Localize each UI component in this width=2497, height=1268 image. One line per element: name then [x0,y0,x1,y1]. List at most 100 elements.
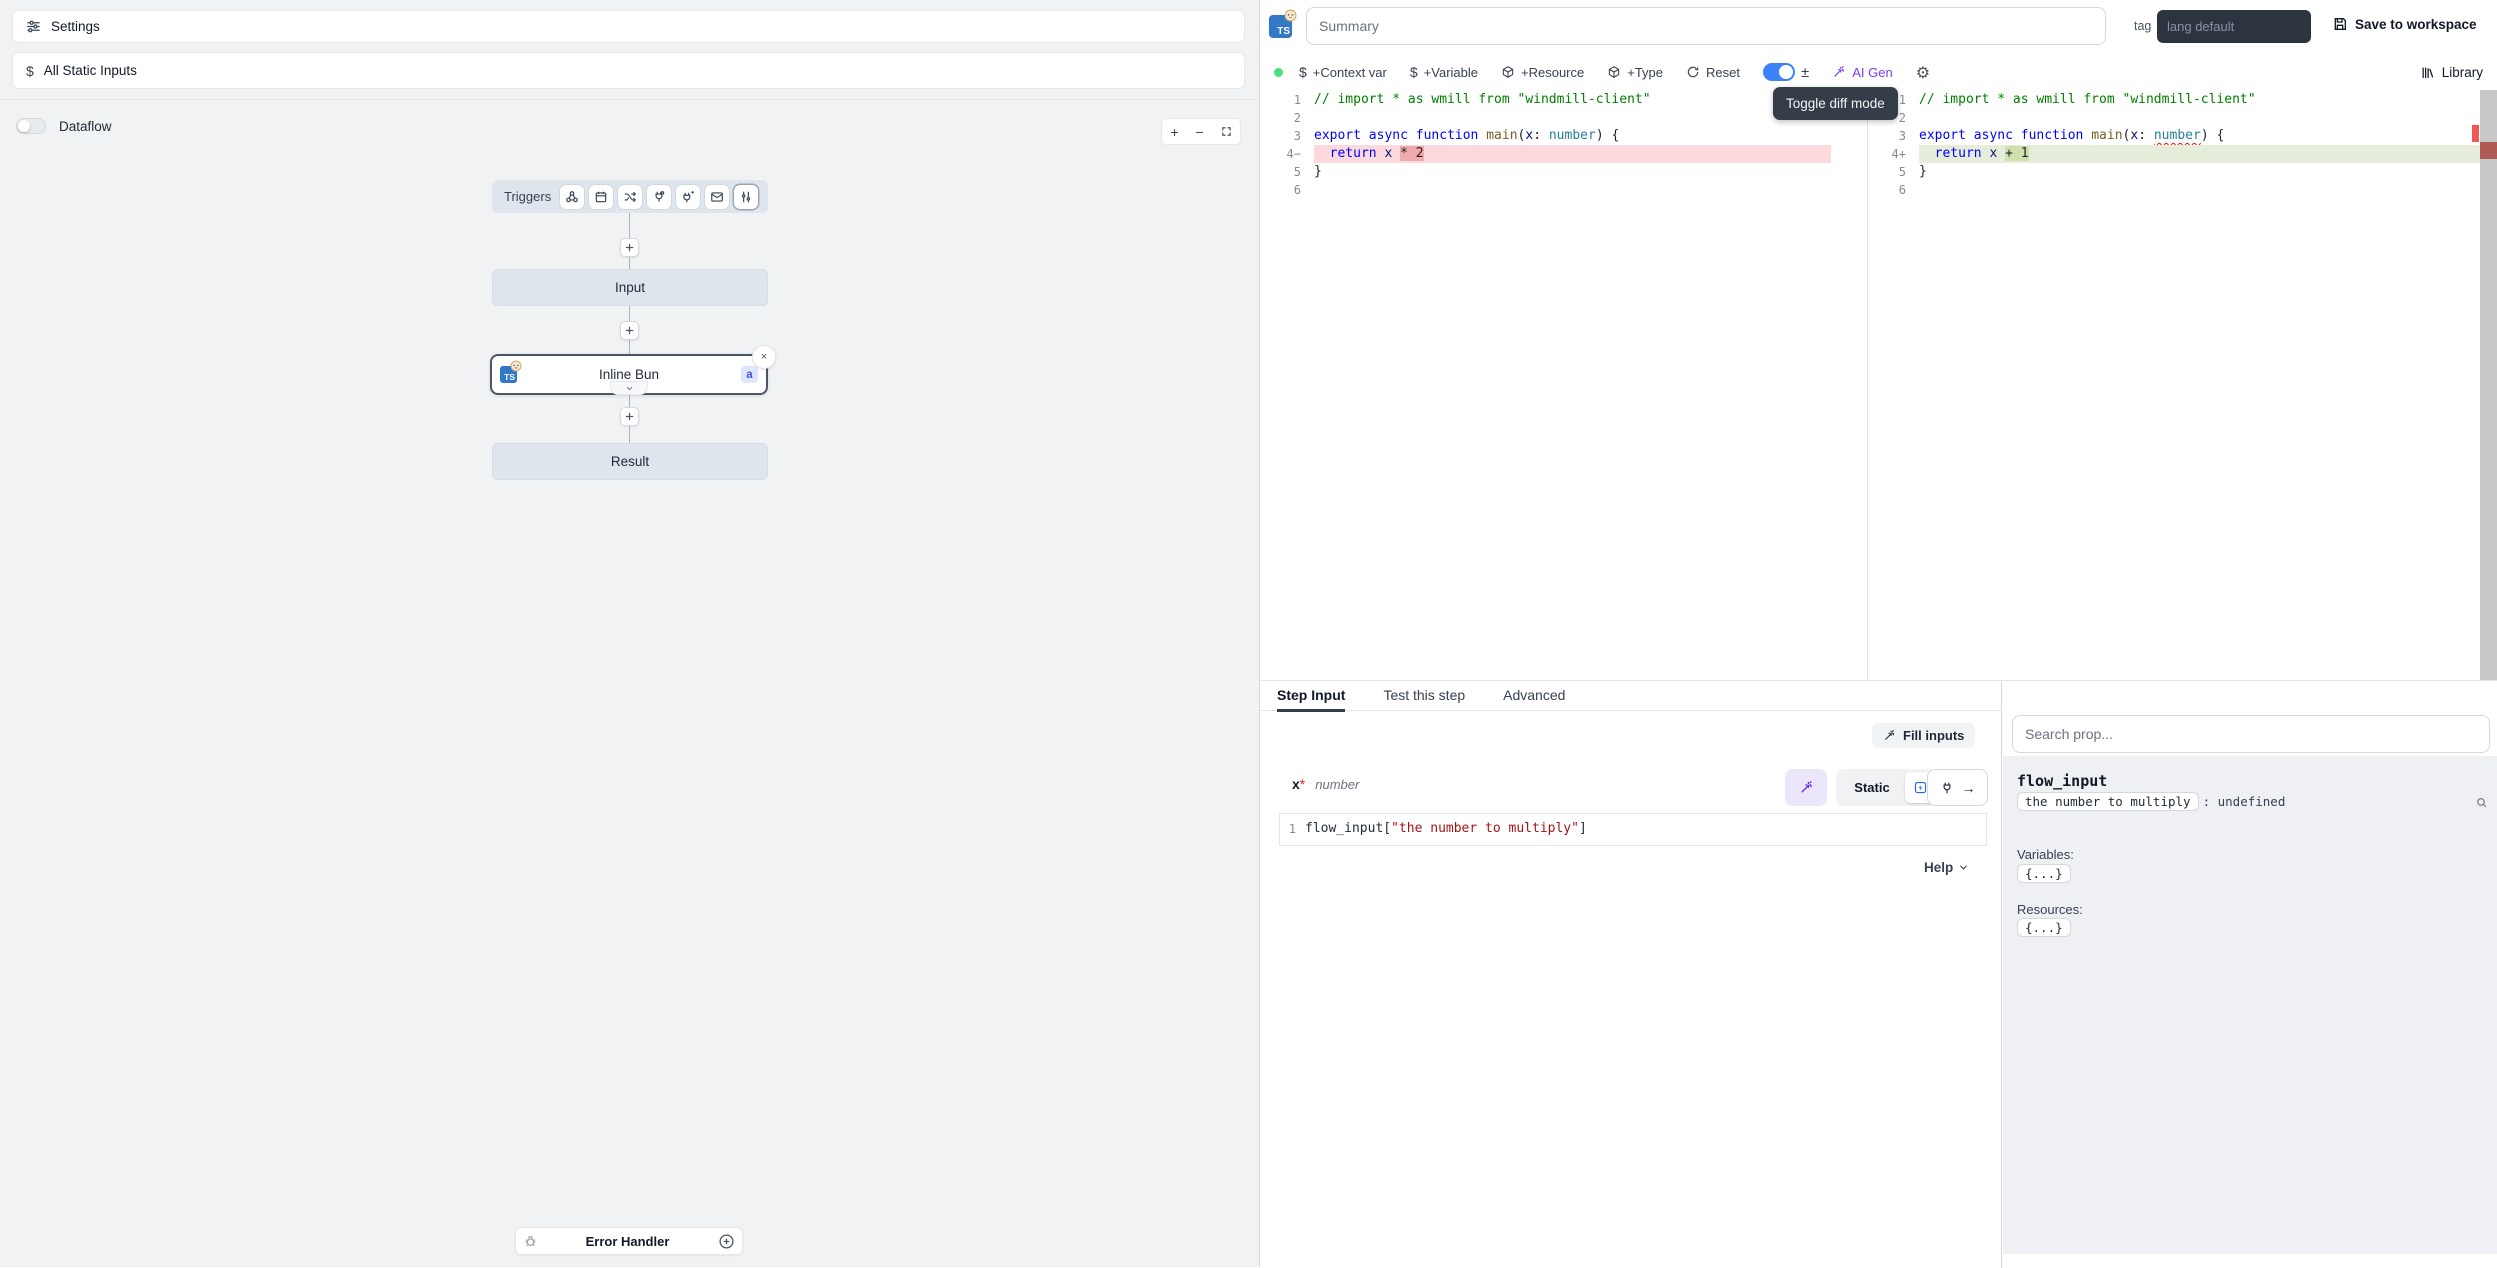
gear-icon[interactable]: ⚙ [1916,63,1930,82]
code-line[interactable]: 1// import * as wmill from "windmill-cli… [1275,91,1831,109]
line-number: 6 [1880,181,1919,199]
static-mode-segment[interactable]: Static [1836,769,1938,806]
plus-icon [624,411,635,422]
dataflow-label: Dataflow [59,119,112,134]
email-trigger-button[interactable] [705,185,729,209]
input-node[interactable]: Input [492,269,768,306]
add-type-label: +Type [1627,65,1663,80]
input-node-label: Input [615,280,645,295]
code-line[interactable]: 3export async function main(x: number) { [1275,127,1831,145]
fit-view-button[interactable] [1221,126,1232,137]
insert-step-button[interactable] [620,321,639,340]
tab-test-this-step[interactable]: Test this step [1383,681,1465,710]
database-trigger-button[interactable] [676,185,700,209]
plus-minus-icon[interactable]: ± [1801,64,1809,81]
insert-step-button[interactable] [620,238,639,257]
overview-ruler[interactable] [2480,90,2497,680]
result-node[interactable]: Result [492,443,768,480]
chevron-down-icon [625,384,634,393]
search-prop-input[interactable] [2012,715,2490,753]
library-label: Library [2442,65,2483,80]
plus-icon [624,242,635,253]
settings-button[interactable]: Settings [12,10,1245,43]
add-error-handler-button[interactable] [717,1232,735,1250]
save-to-workspace-label: Save to workspace [2355,17,2477,32]
diff-sash[interactable] [1867,90,1868,680]
sliders-icon [26,19,41,34]
line-number: 3 [1275,127,1314,145]
webhook-icon [565,190,579,204]
resources-pill[interactable]: {...} [2017,918,2071,937]
dataflow-toggle[interactable] [16,118,46,134]
tab-step-input[interactable]: Step Input [1277,681,1345,710]
fill-inputs-button[interactable]: Fill inputs [1872,723,1975,748]
step-node-inline-bun[interactable]: TS Inline Bun a × [490,354,768,395]
typescript-bun-icon: TS [1269,15,1292,38]
code-line[interactable]: 2 [1880,109,2480,127]
field-type: number [1315,777,1359,792]
step-editor-panel: TS tag Save to workspace $+Context var $… [1260,0,2497,1267]
field-name: x [1292,776,1300,792]
plus-icon [624,325,635,336]
step-node-label: Inline Bun [517,367,741,382]
tag-input[interactable] [2157,10,2311,43]
flow-input-heading[interactable]: flow_input [2017,772,2107,790]
code-line[interactable]: 5} [1880,163,2480,181]
collapse-step-button[interactable] [610,381,648,395]
ai-fill-button[interactable] [1785,769,1827,806]
code-line[interactable]: 4− return x * 2 [1275,145,1831,163]
search-icon[interactable] [2475,796,2488,809]
error-handler-node[interactable]: Error Handler [515,1227,743,1255]
add-variable-label: +Variable [1424,65,1478,80]
zoom-in-button[interactable]: + [1170,125,1178,139]
add-resource-label: +Resource [1521,65,1584,80]
line-number: 4− [1275,145,1314,163]
ai-gen-label: AI Gen [1852,65,1892,80]
remove-step-button[interactable]: × [752,345,776,369]
save-to-workspace-button[interactable]: Save to workspace [2332,16,2477,32]
tab-advanced[interactable]: Advanced [1503,681,1565,710]
sliders-trigger-button[interactable] [734,185,758,209]
diff-original-pane[interactable]: 1// import * as wmill from "windmill-cli… [1275,90,1831,199]
add-resource-button[interactable]: +Resource [1501,65,1584,80]
insert-step-button[interactable] [620,407,639,426]
code-line[interactable]: 3export async function main(x: number) { [1880,127,2480,145]
step-id-badge[interactable]: a [741,366,758,383]
zoom-out-button[interactable]: − [1196,125,1204,139]
triggers-label: Triggers [504,189,551,204]
diff-mode-toggle[interactable] [1763,63,1795,81]
prop-pill[interactable]: the number to multiply [2017,792,2199,811]
route-trigger-button[interactable] [618,185,642,209]
all-static-inputs-button[interactable]: $ All Static Inputs [12,52,1245,89]
settings-label: Settings [51,19,100,34]
code-line[interactable]: 6 [1275,181,1831,199]
add-variable-button[interactable]: $ +Variable [1410,64,1478,80]
websocket-trigger-button[interactable] [647,185,671,209]
variables-pill[interactable]: {...} [2017,864,2071,883]
schedule-trigger-button[interactable] [589,185,613,209]
code-line[interactable]: 2 [1275,109,1831,127]
ai-gen-button[interactable]: AI Gen [1832,65,1892,80]
dollar-icon: $ [1299,64,1307,80]
webhook-trigger-button[interactable] [560,185,584,209]
code-line[interactable]: 4+ return x + 1 [1880,145,2480,163]
input-expression-editor[interactable]: 1flow_input["the number to multiply"] [1279,813,1987,846]
help-label: Help [1924,860,1953,875]
add-type-button[interactable]: +Type [1607,65,1663,80]
dollar-icon: $ [1410,64,1418,80]
library-button[interactable]: Library [2420,65,2483,80]
code-line[interactable]: 1flow_input["the number to multiply"] [1280,820,1986,838]
line-number: 5 [1275,163,1314,181]
reset-button[interactable]: Reset [1686,65,1740,80]
code-line[interactable]: 6 [1880,181,2480,199]
diff-modified-pane[interactable]: 1// import * as wmill from "windmill-cli… [1880,90,2480,199]
add-context-var-button[interactable]: $+Context var [1299,64,1387,80]
code-line[interactable]: 5} [1275,163,1831,181]
bun-emoji-icon [1284,9,1297,22]
code-line[interactable]: 1// import * as wmill from "windmill-cli… [1880,91,2480,109]
diff-code-editor: 1// import * as wmill from "windmill-cli… [1260,90,2497,680]
connect-input-button[interactable]: → [1927,769,1988,806]
diff-toggle-tooltip: Toggle diff mode [1773,87,1898,120]
help-button[interactable]: Help [1924,860,1969,875]
summary-input[interactable] [1306,7,2106,45]
